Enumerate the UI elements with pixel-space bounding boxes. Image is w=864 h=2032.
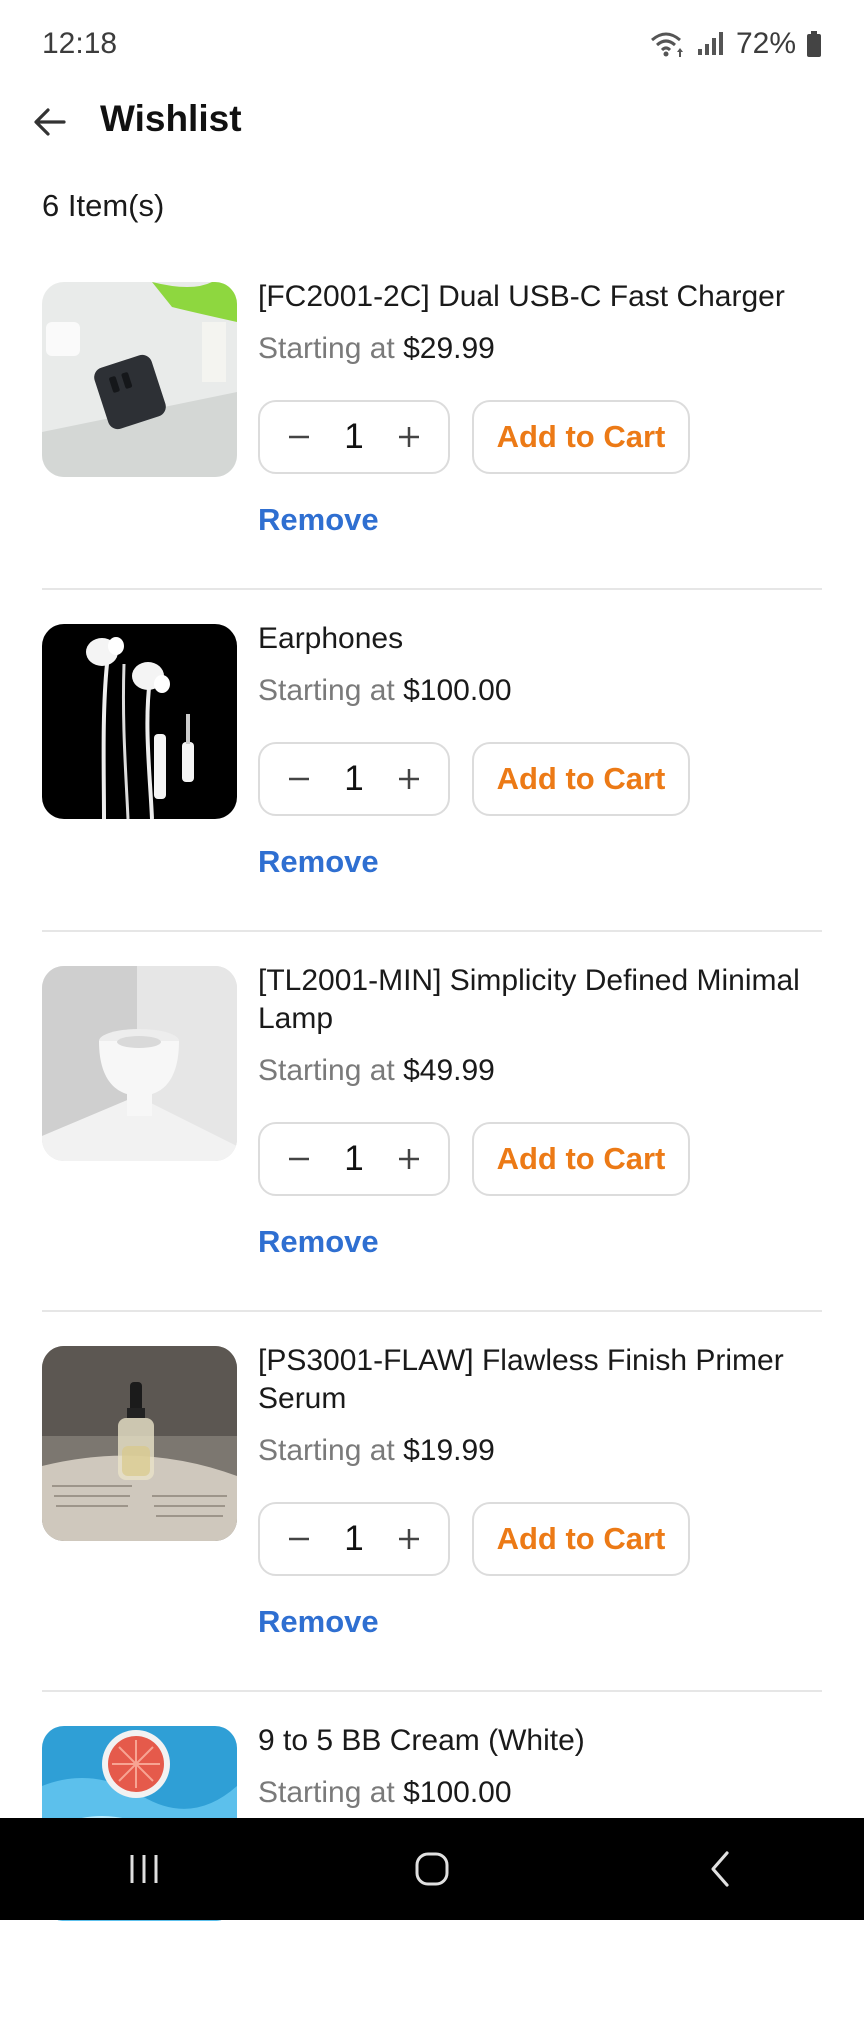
increase-button[interactable] [392,1522,426,1556]
add-to-cart-button[interactable]: Add to Cart [472,742,690,816]
app-header: Wishlist [0,88,864,152]
quantity-value: 1 [344,1519,364,1558]
page-title: Wishlist [100,98,242,139]
recent-apps-icon [130,1855,158,1883]
price-prefix: Starting at [258,1776,395,1809]
item-info: [FC2001-2C] Dual USB-C Fast Charger Star… [258,278,822,538]
product-title[interactable]: [FC2001-2C] Dual USB-C Fast Charger [258,278,822,316]
add-to-cart-button[interactable]: Add to Cart [472,1502,690,1576]
status-time: 12:18 [42,27,118,60]
item-info: [PS3001-FLAW] Flawless Finish Primer Ser… [258,1342,822,1640]
product-title[interactable]: 9 to 5 BB Cream (White) [258,1722,822,1760]
add-to-cart-button[interactable]: Add to Cart [472,1122,690,1196]
decrease-button[interactable] [282,1142,316,1176]
decrease-button[interactable] [282,420,316,454]
price-prefix: Starting at [258,674,395,707]
increase-button[interactable] [392,420,426,454]
price-line: Starting at $100.00 [258,1774,822,1812]
remove-button[interactable]: Remove [258,844,379,880]
item-info: 9 to 5 BB Cream (White) Starting at $100… [258,1722,822,1812]
quantity-stepper: 1 [258,400,450,474]
product-title[interactable]: Earphones [258,620,822,658]
status-icons: 72% [650,27,822,61]
increase-button[interactable] [392,762,426,796]
chevron-left-icon [711,1851,729,1887]
item-count: 6 Item(s) [42,188,165,223]
plus-icon [399,769,419,789]
minus-icon [289,1537,309,1541]
quantity-value: 1 [344,1139,364,1178]
price-value: $19.99 [403,1434,495,1467]
add-to-cart-button[interactable]: Add to Cart [472,400,690,474]
item-controls: 1 Add to Cart [258,1122,822,1196]
plus-icon [399,1529,419,1549]
quantity-value: 1 [344,759,364,798]
list-item: [TL2001-MIN] Simplicity Defined Minimal … [42,932,822,1312]
price-line: Starting at $19.99 [258,1432,822,1470]
signal-icon [696,31,726,57]
product-image[interactable] [42,1346,237,1541]
list-item: [FC2001-2C] Dual USB-C Fast Charger Star… [42,248,822,590]
item-controls: 1 Add to Cart [258,1502,822,1576]
increase-button[interactable] [392,1142,426,1176]
price-line: Starting at $100.00 [258,672,822,710]
home-icon [415,1852,449,1886]
home-button[interactable] [392,1839,472,1899]
quantity-stepper: 1 [258,1122,450,1196]
remove-button[interactable]: Remove [258,1224,379,1260]
item-info: Earphones Starting at $100.00 1 Add to C… [258,620,822,880]
list-item: Earphones Starting at $100.00 1 Add to C… [42,590,822,932]
wishlist-list: [FC2001-2C] Dual USB-C Fast Charger Star… [0,248,864,2032]
item-controls: 1 Add to Cart [258,400,822,474]
back-button[interactable] [30,102,70,142]
battery-label: 72% [735,27,796,60]
arrow-left-icon [34,108,66,136]
price-value: $100.00 [403,674,512,707]
minus-icon [289,435,309,439]
recent-apps-button[interactable] [104,1839,184,1899]
minus-icon [289,1157,309,1161]
product-title[interactable]: [TL2001-MIN] Simplicity Defined Minimal … [258,962,822,1038]
battery-icon [806,30,822,58]
price-value: $100.00 [403,1776,512,1809]
item-controls: 1 Add to Cart [258,742,822,816]
decrease-button[interactable] [282,762,316,796]
plus-icon [399,427,419,447]
remove-button[interactable]: Remove [258,502,379,538]
product-image[interactable] [42,966,237,1161]
plus-icon [399,1149,419,1169]
system-nav-bar [0,1818,864,1920]
product-image[interactable] [42,624,237,819]
price-prefix: Starting at [258,1054,395,1087]
wifi-icon [650,30,686,58]
price-prefix: Starting at [258,1434,395,1467]
price-line: Starting at $49.99 [258,1052,822,1090]
price-value: $29.99 [403,332,495,365]
decrease-button[interactable] [282,1522,316,1556]
system-back-button[interactable] [680,1839,760,1899]
quantity-value: 1 [344,417,364,456]
price-prefix: Starting at [258,332,395,365]
quantity-stepper: 1 [258,742,450,816]
minus-icon [289,777,309,781]
remove-button[interactable]: Remove [258,1604,379,1640]
item-info: [TL2001-MIN] Simplicity Defined Minimal … [258,962,822,1260]
list-item: [PS3001-FLAW] Flawless Finish Primer Ser… [42,1312,822,1692]
price-value: $49.99 [403,1054,495,1087]
status-bar: 12:18 72% [0,0,864,88]
product-title[interactable]: [PS3001-FLAW] Flawless Finish Primer Ser… [258,1342,822,1418]
price-line: Starting at $29.99 [258,330,822,368]
quantity-stepper: 1 [258,1502,450,1576]
product-image[interactable] [42,282,237,477]
